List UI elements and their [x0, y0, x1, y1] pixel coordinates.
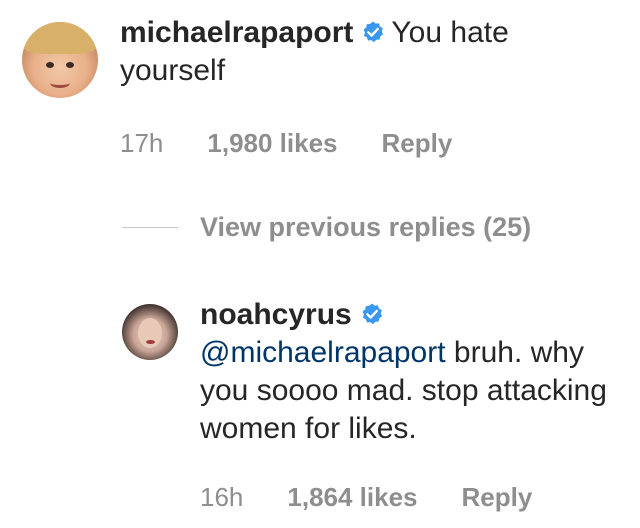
avatar-mouth: [50, 78, 70, 88]
comment-meta: 17h 1,980 likes Reply: [120, 128, 496, 159]
avatar[interactable]: [122, 304, 178, 360]
avatar-hair: [22, 22, 98, 54]
comment-likes[interactable]: 1,980 likes: [207, 128, 337, 159]
view-previous-replies-button[interactable]: View previous replies (25): [122, 212, 531, 243]
reply-button[interactable]: Reply: [462, 482, 533, 513]
avatar[interactable]: [22, 22, 98, 98]
comment-body: noahcyrus @michaelrapaport bruh. why you…: [200, 296, 630, 448]
comment-time: 16h: [200, 482, 244, 512]
mention-link[interactable]: @michaelrapaport: [200, 336, 446, 369]
comment-username[interactable]: noahcyrus: [200, 298, 352, 331]
divider-line: [122, 227, 178, 228]
view-previous-replies-label: View previous replies (25): [200, 212, 532, 242]
comment-meta: 16h 1,864 likes Reply: [200, 482, 576, 513]
reply-button[interactable]: Reply: [382, 128, 453, 159]
avatar-eye: [66, 62, 74, 68]
verified-badge-icon: [364, 21, 384, 43]
verified-badge-icon: [362, 303, 382, 325]
avatar-lips: [146, 340, 155, 344]
avatar-eye: [46, 62, 54, 68]
comment-time: 17h: [120, 128, 164, 158]
comment-body: michaelrapaport You hate yourself: [120, 14, 620, 90]
comment-username[interactable]: michaelrapaport: [120, 16, 353, 49]
comment-likes[interactable]: 1,864 likes: [287, 482, 417, 513]
